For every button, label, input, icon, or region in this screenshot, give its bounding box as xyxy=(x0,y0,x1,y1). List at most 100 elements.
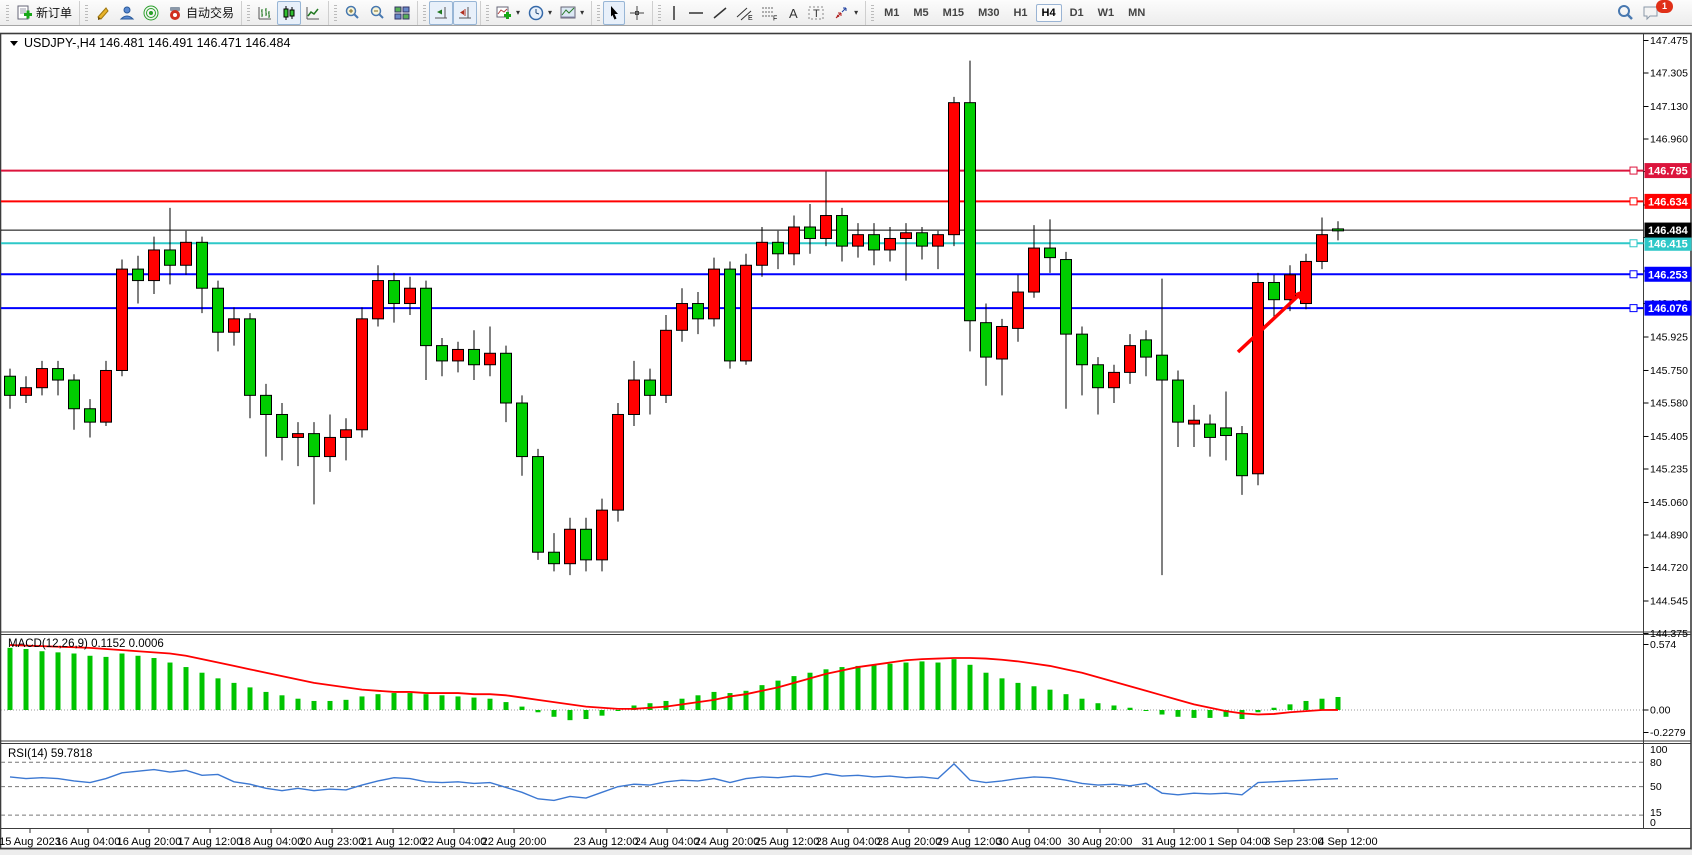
shift-icon xyxy=(457,5,473,21)
time-tick-label: 28 Aug 20:00 xyxy=(877,836,942,848)
timeframe-h4[interactable]: H4 xyxy=(1036,4,1062,22)
svg-text:A: A xyxy=(789,6,798,21)
horizontal-line-button[interactable] xyxy=(684,1,708,25)
text-button[interactable]: A xyxy=(782,1,804,25)
price-tick-label: 145.405 xyxy=(1650,431,1688,443)
chevron-down-icon[interactable]: ▾ xyxy=(516,8,520,17)
line-handle[interactable] xyxy=(1630,305,1637,312)
price-tick-label: 145.750 xyxy=(1650,365,1688,377)
chat-button[interactable]: 1 xyxy=(1638,1,1684,25)
timeframe-m5[interactable]: M5 xyxy=(907,4,934,22)
macd-bar xyxy=(1160,710,1165,715)
zoom-out-button[interactable] xyxy=(365,1,390,25)
chevron-down-icon[interactable]: ▾ xyxy=(548,8,552,17)
new-order-button-label: 新订单 xyxy=(36,4,72,21)
signals-icon xyxy=(143,5,159,21)
macd-bar xyxy=(312,701,317,710)
line-handle[interactable] xyxy=(1630,271,1637,278)
auto-scroll-button[interactable] xyxy=(429,1,453,25)
drag-grip xyxy=(85,5,88,21)
candle xyxy=(1253,273,1264,485)
candle xyxy=(741,254,752,365)
macd-bar xyxy=(648,703,653,710)
line-handle[interactable] xyxy=(1630,240,1637,247)
macd-bar xyxy=(1144,710,1149,711)
time-tick-label: 22 Aug 04:00 xyxy=(422,836,487,848)
trendline-button[interactable] xyxy=(708,1,732,25)
macd-bar xyxy=(584,710,589,719)
timeframe-m15[interactable]: M15 xyxy=(937,4,970,22)
timeframe-d1[interactable]: D1 xyxy=(1064,4,1090,22)
fibonacci-button[interactable]: F xyxy=(757,1,782,25)
time-tick-label: 15 Aug 2023 xyxy=(0,836,61,848)
macd-bar xyxy=(520,707,525,710)
macd-bar xyxy=(1112,705,1117,710)
search-button[interactable] xyxy=(1612,1,1638,25)
cursor-icon xyxy=(607,5,621,21)
autotrading-button[interactable]: 自动交易 xyxy=(163,1,238,25)
macd-bar xyxy=(1288,704,1293,710)
candle xyxy=(117,260,128,377)
line-handle[interactable] xyxy=(1630,198,1637,205)
time-tick-label: 23 Aug 12:00 xyxy=(574,836,639,848)
indicators-button[interactable]: ▾ xyxy=(492,1,524,25)
price-tick-label: 147.475 xyxy=(1650,35,1688,47)
drag-grip xyxy=(247,5,250,21)
chevron-down-icon[interactable]: ▾ xyxy=(580,8,584,17)
candlestick-chart-button[interactable] xyxy=(277,1,301,25)
template-icon xyxy=(560,5,576,21)
timeframe-mn[interactable]: MN xyxy=(1122,4,1151,22)
macd-bar xyxy=(344,700,349,710)
line-chart-button[interactable] xyxy=(301,1,325,25)
tile-icon xyxy=(394,5,410,21)
price-tick-label: 145.060 xyxy=(1650,497,1688,509)
autotrading-icon xyxy=(167,5,183,21)
arrows-button[interactable]: ▾ xyxy=(829,1,862,25)
tile-windows-button[interactable] xyxy=(390,1,414,25)
line-handle[interactable] xyxy=(1630,167,1637,174)
candlestick-chart: 147.475147.305147.130146.960146.790146.6… xyxy=(0,0,1692,855)
timeframe-m1[interactable]: M1 xyxy=(878,4,905,22)
profile-icon xyxy=(95,5,111,21)
hline-icon xyxy=(688,5,704,21)
bar-chart-button[interactable] xyxy=(253,1,277,25)
macd-bar xyxy=(280,695,285,710)
macd-bar xyxy=(1016,683,1021,710)
macd-bar xyxy=(152,658,157,710)
new-order-button[interactable]: 新订单 xyxy=(12,1,76,25)
periods-button[interactable]: ▾ xyxy=(524,1,556,25)
fibo-icon: F xyxy=(761,5,778,21)
toolbar: 新订单 自动交易 ▾ ▾ ▾ EFAT ▾ M1M5M15M30H1H4D1W1MN 1 xyxy=(0,0,1692,26)
templates-button[interactable]: ▾ xyxy=(556,1,588,25)
community-button[interactable] xyxy=(115,1,139,25)
timeframe-h1[interactable]: H1 xyxy=(1007,4,1033,22)
timeframe-w1[interactable]: W1 xyxy=(1092,4,1121,22)
macd-bar xyxy=(1176,710,1181,717)
signals-button[interactable] xyxy=(139,1,163,25)
drag-grip xyxy=(6,5,9,21)
channel-button[interactable]: E xyxy=(732,1,757,25)
text-label-button[interactable]: T xyxy=(804,1,829,25)
vertical-line-button[interactable] xyxy=(664,1,684,25)
cursor-button[interactable] xyxy=(603,1,625,25)
macd-bar xyxy=(504,702,509,710)
macd-bar xyxy=(1272,708,1277,710)
macd-bar xyxy=(72,654,77,711)
text-icon: A xyxy=(786,5,800,21)
macd-bar xyxy=(456,696,461,710)
chart-shift-button[interactable] xyxy=(453,1,477,25)
macd-bar xyxy=(1128,708,1133,710)
macd-bar xyxy=(984,673,989,710)
chevron-down-icon[interactable]: ▾ xyxy=(854,8,858,17)
time-tick-label: 4 Sep 12:00 xyxy=(1318,836,1377,848)
drag-grip xyxy=(486,5,489,21)
toolbar-group xyxy=(594,1,653,25)
profile-button[interactable] xyxy=(91,1,115,25)
macd-bar xyxy=(1096,703,1101,710)
crosshair-button[interactable] xyxy=(625,1,649,25)
line-icon xyxy=(305,5,321,21)
timeframe-m30[interactable]: M30 xyxy=(972,4,1005,22)
macd-bar xyxy=(216,678,221,710)
time-tick-label: 18 Aug 04:00 xyxy=(239,836,304,848)
zoom-in-button[interactable] xyxy=(340,1,365,25)
